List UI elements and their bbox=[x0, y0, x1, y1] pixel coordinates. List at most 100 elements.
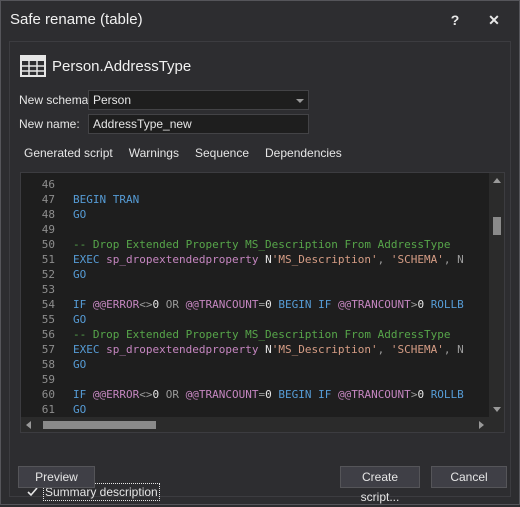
code-token: sp_dropextendedproperty bbox=[106, 253, 266, 266]
line-number-gutter: 46 47 48 49 50 51 52 53 54 55 56 57 58 59 60 61 bbox=[21, 177, 55, 417]
code-token: , bbox=[377, 343, 391, 356]
code-token: EXEC bbox=[73, 343, 107, 356]
object-name: Person.AddressType bbox=[52, 57, 192, 75]
code-token: 0 bbox=[265, 388, 279, 401]
code-line: -- Drop Extended Property MS_Description… bbox=[73, 327, 487, 342]
code-token: , N bbox=[443, 343, 464, 356]
code-token: 0 bbox=[265, 298, 279, 311]
horizontal-scrollbar[interactable] bbox=[21, 417, 489, 432]
code-token: 0 bbox=[417, 298, 431, 311]
tab-bar: Generated script Warnings Sequence Depen… bbox=[24, 146, 358, 160]
scroll-up-icon[interactable] bbox=[493, 178, 501, 183]
code-token: ROLLB bbox=[430, 298, 464, 311]
code-line: GO bbox=[73, 207, 487, 222]
code-token: GO bbox=[73, 313, 87, 326]
horizontal-scroll-thumb[interactable] bbox=[43, 421, 156, 429]
code-token: -- Drop Extended Property MS_Description… bbox=[73, 238, 451, 251]
vertical-scroll-thumb[interactable] bbox=[493, 217, 501, 235]
code-line: IF @@ERROR<>0 OR @@TRANCOUNT=0 BEGIN IF … bbox=[73, 297, 487, 312]
title-bar: Safe rename (table) ? ✕ bbox=[1, 1, 519, 39]
line-number: 47 bbox=[41, 193, 55, 206]
code-token: BEGIN TRAN bbox=[73, 193, 140, 206]
code-line: BEGIN TRAN bbox=[73, 192, 487, 207]
code-token: @@TRANCOUNT bbox=[337, 388, 411, 401]
close-button[interactable]: ✕ bbox=[483, 9, 505, 31]
line-number: 48 bbox=[41, 208, 55, 221]
line-number: 50 bbox=[41, 238, 55, 251]
create-script-button[interactable]: Create script... bbox=[340, 466, 420, 504]
tab-warnings[interactable]: Warnings bbox=[129, 146, 179, 160]
help-button[interactable]: ? bbox=[444, 9, 466, 31]
cancel-button[interactable]: Cancel bbox=[431, 466, 507, 488]
line-number: 46 bbox=[41, 178, 55, 191]
preview-button[interactable]: Preview bbox=[18, 466, 95, 488]
schema-value: Person bbox=[93, 93, 132, 107]
code-token: GO bbox=[73, 358, 87, 371]
code-token: OR bbox=[165, 388, 186, 401]
chevron-down-icon bbox=[296, 99, 304, 103]
window-title: Safe rename (table) bbox=[10, 11, 143, 28]
line-number: 52 bbox=[41, 268, 55, 281]
code-token: -- Drop Extended Property MS_Description… bbox=[73, 328, 451, 341]
code-token: @@TRANCOUNT bbox=[185, 298, 259, 311]
line-number: 60 bbox=[41, 388, 55, 401]
table-icon bbox=[20, 55, 46, 77]
code-line: GO bbox=[73, 312, 487, 327]
scroll-right-icon[interactable] bbox=[479, 421, 484, 429]
content-panel: Person.AddressType New schema: Person Ne… bbox=[9, 41, 511, 504]
code-line: GO bbox=[73, 267, 487, 282]
code-token: IF bbox=[73, 388, 93, 401]
code-token: GO bbox=[73, 268, 87, 281]
code-token: @@TRANCOUNT bbox=[185, 388, 259, 401]
code-token: @@ERROR bbox=[92, 298, 140, 311]
code-token: GO bbox=[73, 208, 87, 221]
scroll-down-icon[interactable] bbox=[493, 407, 501, 412]
code-token: BEGIN IF bbox=[278, 388, 338, 401]
code-token: 0 bbox=[417, 388, 431, 401]
schema-dropdown[interactable]: Person bbox=[88, 90, 309, 110]
script-editor[interactable]: 46 47 48 49 50 51 52 53 54 55 56 57 58 59 60 61 BEGIN T… bbox=[20, 172, 505, 433]
code-token: 0 bbox=[152, 298, 166, 311]
code-token: 'SCHEMA' bbox=[390, 343, 444, 356]
line-number: 56 bbox=[41, 328, 55, 341]
code-token: 'MS_Description' bbox=[271, 253, 378, 266]
code-line: EXEC sp_dropextendedproperty N'MS_Descri… bbox=[73, 252, 487, 267]
code-line: GO bbox=[73, 357, 487, 372]
code-token: GO bbox=[73, 403, 87, 416]
name-input[interactable]: AddressType_new bbox=[88, 114, 309, 134]
code-line: -- Drop Extended Property MS_Description… bbox=[73, 237, 487, 252]
line-number: 61 bbox=[41, 403, 55, 416]
scroll-left-icon[interactable] bbox=[26, 421, 31, 429]
code-token: <> bbox=[139, 388, 153, 401]
tab-sequence[interactable]: Sequence bbox=[195, 146, 249, 160]
name-value: AddressType_new bbox=[93, 117, 192, 131]
line-number: 55 bbox=[41, 313, 55, 326]
code-token: EXEC bbox=[73, 253, 107, 266]
line-number: 54 bbox=[41, 298, 55, 311]
line-number: 53 bbox=[41, 283, 55, 296]
tab-generated-script[interactable]: Generated script bbox=[24, 146, 113, 160]
schema-label: New schema: bbox=[19, 93, 92, 107]
code-token: , N bbox=[443, 253, 464, 266]
line-number: 51 bbox=[41, 253, 55, 266]
line-number: 49 bbox=[41, 223, 55, 236]
dialog-window: Safe rename (table) ? ✕ Person.AddressTy… bbox=[0, 0, 520, 505]
code-line: IF @@ERROR<>0 OR @@TRANCOUNT=0 BEGIN IF … bbox=[73, 387, 487, 402]
code-token: 'SCHEMA' bbox=[390, 253, 444, 266]
line-number: 57 bbox=[41, 343, 55, 356]
line-number: 58 bbox=[41, 358, 55, 371]
code-token: BEGIN IF bbox=[278, 298, 338, 311]
vertical-scrollbar[interactable] bbox=[489, 173, 504, 417]
code-line: GO bbox=[73, 402, 487, 417]
code-token: @@ERROR bbox=[92, 388, 140, 401]
code-area[interactable]: BEGIN TRAN GO -- Drop Extended Property M… bbox=[73, 177, 487, 417]
scrollbar-corner bbox=[489, 417, 504, 432]
code-token: ROLLB bbox=[430, 388, 464, 401]
code-token: <> bbox=[139, 298, 153, 311]
code-token: , bbox=[377, 253, 391, 266]
name-label: New name: bbox=[19, 117, 80, 131]
code-token: N bbox=[265, 343, 272, 356]
code-token: IF bbox=[73, 298, 93, 311]
tab-dependencies[interactable]: Dependencies bbox=[265, 146, 342, 160]
